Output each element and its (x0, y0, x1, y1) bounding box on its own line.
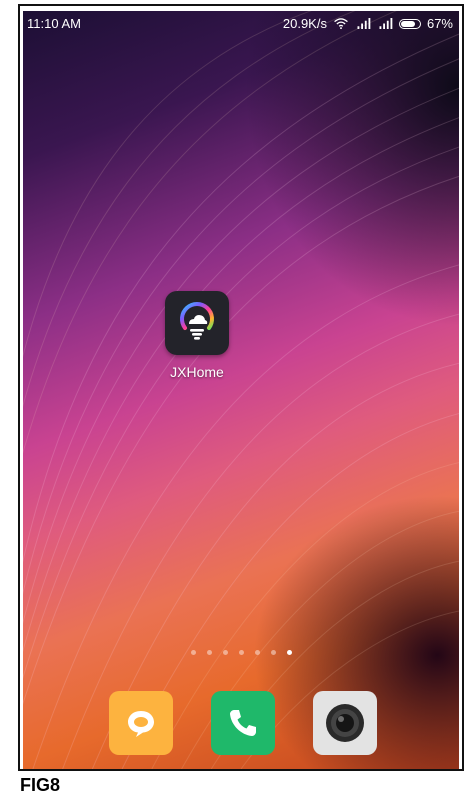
page-dot[interactable] (223, 650, 228, 655)
phone-icon (230, 710, 256, 736)
page-dot[interactable] (191, 650, 196, 655)
signal-icon-2 (379, 18, 393, 29)
app-label: JXHome (170, 364, 224, 380)
page-dot-active[interactable] (287, 650, 292, 655)
status-indicators: 20.9K/s 67% (283, 16, 453, 31)
phone-screenshot-frame: 11:10 AM 20.9K/s 67% JXHome (18, 4, 464, 771)
camera-icon (326, 704, 364, 742)
battery-percent: 67% (426, 16, 453, 31)
page-dot[interactable] (271, 650, 276, 655)
page-indicator[interactable] (191, 650, 292, 655)
page-dot[interactable] (255, 650, 260, 655)
status-time: 11:10 AM (27, 16, 81, 31)
wallpaper (23, 11, 459, 769)
jxhome-bulb-icon[interactable] (165, 291, 229, 355)
network-speed: 20.9K/s (282, 16, 327, 31)
signal-icon (357, 18, 371, 29)
home-screen: 11:10 AM 20.9K/s 67% JXHome (23, 11, 459, 769)
dock-camera-app[interactable] (313, 691, 377, 755)
dock-phone-app[interactable] (211, 691, 275, 755)
wifi-icon (334, 18, 348, 29)
dock-messaging-app[interactable] (109, 691, 173, 755)
figure-caption: FIG8 (20, 775, 61, 795)
app-jxhome[interactable]: JXHome (157, 291, 237, 380)
page-dot[interactable] (207, 650, 212, 655)
status-bar: 11:10 AM 20.9K/s 67% (23, 11, 459, 35)
page-dot[interactable] (239, 650, 244, 655)
battery-icon (398, 18, 421, 29)
chat-bubble-icon (128, 711, 154, 737)
